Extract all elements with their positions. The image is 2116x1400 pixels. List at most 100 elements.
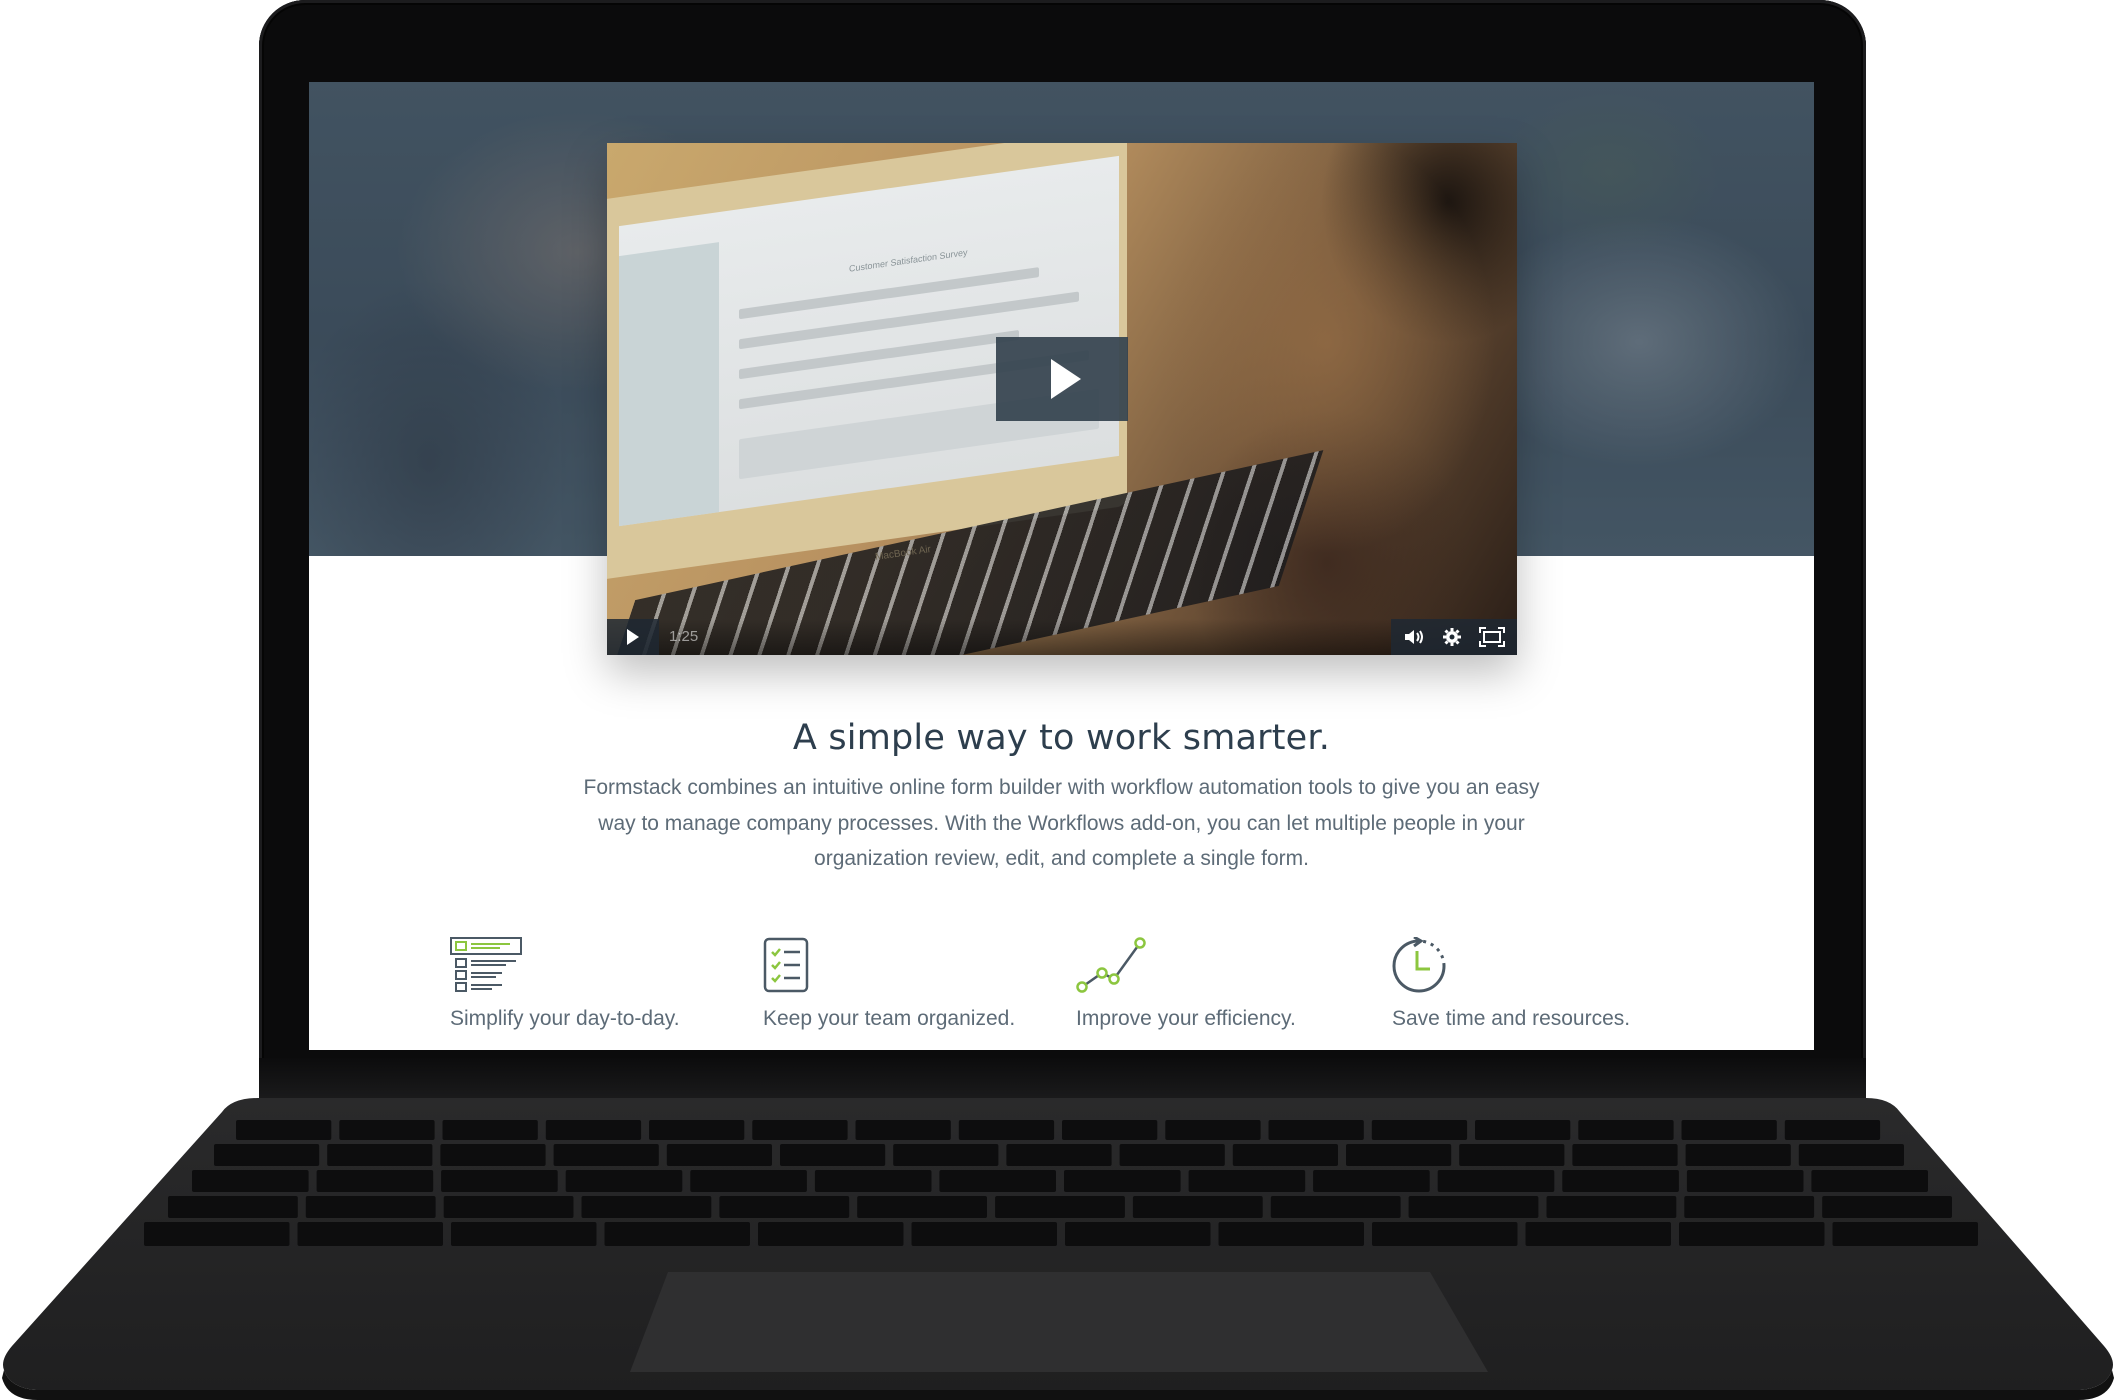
keyboard-key [1006, 1144, 1112, 1166]
laptop-mockup: Customer Satisfaction Survey MacBook Air… [0, 0, 2116, 1400]
keyboard-deck [2, 1098, 2114, 1400]
keyboard-key [814, 1170, 932, 1192]
laptop-screen: Customer Satisfaction Survey MacBook Air… [309, 82, 1814, 1050]
play-icon [627, 629, 639, 645]
keyboard-key [1832, 1222, 1978, 1246]
keyboard-key [442, 1120, 538, 1140]
video-controls: 1:25 [607, 619, 1517, 655]
keyboard-key [939, 1170, 1056, 1192]
keyboard-key [327, 1144, 433, 1166]
keyboard-key [443, 1196, 574, 1218]
page-headline: A simple way to work smarter. [792, 718, 1331, 758]
keyboard-key [649, 1120, 745, 1140]
feature-label: Improve your efficiency. [1076, 1007, 1296, 1030]
keyboard-key [690, 1170, 807, 1192]
keyboard-key [1119, 1144, 1225, 1166]
volume-button[interactable] [1403, 628, 1425, 646]
keyboard-key [1525, 1222, 1671, 1246]
keyboard-key [565, 1170, 683, 1192]
keyboard-key [752, 1120, 848, 1140]
keyboard-key [1679, 1222, 1825, 1246]
keyboard-key [1572, 1144, 1678, 1166]
keyboard-key [1684, 1196, 1815, 1218]
keyboard-key [1346, 1144, 1452, 1166]
keyboard-key [1562, 1170, 1679, 1192]
video-duration: 1:25 [669, 628, 699, 645]
keyboard-key [855, 1120, 951, 1140]
keyboard-key [857, 1196, 987, 1218]
page-description: Formstack combines an intuitive online f… [549, 770, 1574, 877]
keyboard-key [719, 1196, 850, 1218]
keyboard-key [911, 1222, 1057, 1246]
keyboard-key [1165, 1120, 1261, 1140]
laptop-base [0, 1098, 2116, 1400]
feature-label: Save time and resources. [1392, 1007, 1631, 1030]
keyboard-key [1784, 1120, 1881, 1140]
keyboard-key [1822, 1196, 1952, 1218]
keyboard-key [958, 1120, 1055, 1140]
trend-line-icon [1076, 937, 1146, 993]
keyboard-key [893, 1144, 999, 1166]
keyboard-key [1062, 1120, 1158, 1140]
keyboard-key [1232, 1144, 1338, 1166]
keyboard-key [780, 1144, 886, 1166]
keyboard-key [297, 1222, 443, 1246]
keyboard-key [1578, 1120, 1674, 1140]
keyboard-key [1270, 1196, 1401, 1218]
keyboard-key [1371, 1120, 1468, 1140]
keyboard-key [604, 1222, 750, 1246]
keyboard-key [1268, 1120, 1364, 1140]
keyboard-key [1132, 1196, 1263, 1218]
keyboard-key [545, 1120, 642, 1140]
keyboard-key [581, 1196, 712, 1218]
keyboard-key [339, 1120, 435, 1140]
fullscreen-icon [1478, 627, 1505, 647]
description-line: organization review, edit, and complete … [814, 847, 1309, 870]
laptop-hinge [259, 1058, 1866, 1098]
keyboard-key [1811, 1170, 1928, 1192]
keyboard-key [451, 1222, 597, 1246]
keyboard-key [1188, 1170, 1306, 1192]
keyboard-key [1459, 1144, 1565, 1166]
gear-icon [1442, 628, 1461, 646]
keyboard-key [553, 1144, 659, 1166]
volume-icon [1405, 630, 1424, 644]
video-frame-title: Customer Satisfaction Survey [849, 247, 968, 274]
play-icon [1051, 359, 1081, 399]
keyboard-key [1064, 1170, 1181, 1192]
keyboard-key [666, 1144, 772, 1166]
keyboard-key [1372, 1222, 1518, 1246]
keyboard-key [305, 1196, 436, 1218]
play-button[interactable] [607, 619, 659, 655]
keyboard-key [1408, 1196, 1539, 1218]
keyboard-key [441, 1170, 558, 1192]
keyboard-key [316, 1170, 434, 1192]
clock-icon [1392, 937, 1446, 993]
description-line: Formstack combines an intuitive online f… [583, 776, 1540, 799]
keyboard-key [1685, 1144, 1791, 1166]
keyboard-key [236, 1120, 332, 1140]
keyboard-key [995, 1196, 1125, 1218]
feature-label: Keep your team organized. [763, 1007, 1016, 1030]
keyboard-key [1546, 1196, 1677, 1218]
video-right-controls [1391, 619, 1517, 655]
description-line: way to manage company processes. With th… [598, 811, 1525, 835]
keyboard-key [1686, 1170, 1804, 1192]
keyboard-key [1437, 1170, 1555, 1192]
keyboard-key [440, 1144, 546, 1166]
keyboard-key [192, 1170, 309, 1192]
keyboard-key [214, 1144, 320, 1166]
keyboard-key [1313, 1170, 1430, 1192]
keyboard-key [1218, 1222, 1364, 1246]
video-player[interactable]: Customer Satisfaction Survey MacBook Air… [607, 143, 1517, 655]
settings-button[interactable] [1442, 627, 1462, 647]
keyboard-key [1681, 1120, 1777, 1140]
keyboard-key [168, 1196, 298, 1218]
keyboard-key [144, 1222, 290, 1246]
form-builder-icon [450, 937, 522, 992]
fullscreen-button[interactable] [1478, 627, 1505, 647]
keyboard-key [1065, 1222, 1211, 1246]
feature-label: Simplify your day-to-day. [450, 1007, 680, 1030]
checklist-icon [763, 937, 809, 993]
big-play-button[interactable] [996, 337, 1128, 421]
